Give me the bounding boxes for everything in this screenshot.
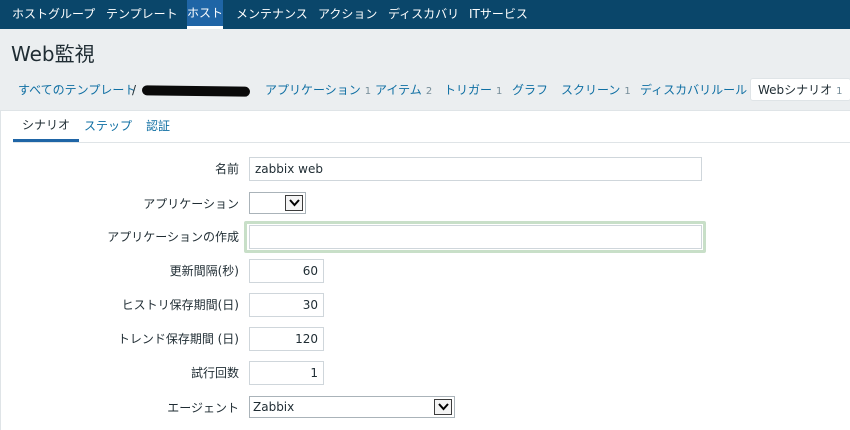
update-interval-label: 更新間隔(秒) — [169, 264, 239, 278]
history-input[interactable]: 30 — [249, 293, 324, 317]
row-new-application: アプリケーションの作成 — [1, 221, 850, 253]
tab-scenario[interactable]: シナリオ — [13, 111, 80, 142]
breadcrumb-screens[interactable]: スクリーン 1 — [561, 76, 631, 104]
tab-steps[interactable]: ステップ — [84, 111, 132, 142]
row-trends: トレンド保存期間 (日) 120 — [1, 326, 850, 352]
redacted-template-name — [141, 85, 251, 97]
new-application-input[interactable] — [249, 225, 702, 249]
row-history: ヒストリ保存期間(日) 30 — [1, 292, 850, 318]
agent-label: エージェント — [167, 401, 239, 415]
application-label: アプリケーション — [143, 197, 239, 211]
tab-authentication[interactable]: 認証 — [146, 111, 170, 142]
row-update-interval: 更新間隔(秒) 60 — [1, 258, 850, 284]
nav-discovery[interactable]: ディスカバリ — [388, 0, 459, 29]
application-select[interactable] — [249, 192, 306, 214]
breadcrumb-separator: / — [132, 83, 137, 97]
breadcrumb: すべてのテンプレート / アプリケーション 1 アイテム 2 トリガー 1 グラフ ス… — [0, 76, 850, 106]
page-title: Web監視 — [11, 42, 95, 66]
nav-templates[interactable]: テンプレート — [106, 0, 178, 29]
breadcrumb-applications[interactable]: アプリケーション 1 — [265, 76, 371, 104]
chevron-down-icon — [285, 195, 303, 211]
attempts-input[interactable]: 1 — [249, 361, 324, 385]
breadcrumb-all-templates[interactable]: すべてのテンプレート — [18, 76, 136, 104]
new-application-label: アプリケーションの作成 — [107, 230, 239, 244]
nav-actions[interactable]: アクション — [318, 0, 377, 29]
agent-select[interactable]: Zabbix — [249, 396, 455, 418]
breadcrumb-web-scenarios[interactable]: Webシナリオ 1 — [750, 78, 850, 101]
row-attempts: 試行回数 1 — [1, 360, 850, 386]
update-interval-input[interactable]: 60 — [249, 259, 324, 283]
name-input[interactable]: zabbix web — [249, 157, 702, 181]
nav-host-groups[interactable]: ホストグループ — [12, 0, 95, 29]
breadcrumb-graphs[interactable]: グラフ — [512, 76, 548, 104]
nav-hosts[interactable]: ホスト — [187, 0, 224, 29]
history-label: ヒストリ保存期間(日) — [121, 298, 239, 312]
row-name: 名前 zabbix web — [1, 156, 850, 182]
form-panel: シナリオ ステップ 認証 名前 zabbix web アプリケーション アプリケ… — [0, 110, 850, 430]
chevron-down-icon — [434, 399, 452, 415]
nav-maintenance[interactable]: メンテナンス — [236, 0, 308, 29]
breadcrumb-items[interactable]: アイテム 2 — [375, 76, 432, 104]
breadcrumb-discovery-rules[interactable]: ディスカバリルール — [640, 76, 747, 104]
nav-it-services[interactable]: ITサービス — [469, 0, 528, 29]
attempts-label: 試行回数 — [190, 366, 239, 380]
row-agent: エージェント Zabbix — [1, 395, 850, 421]
row-application: アプリケーション — [1, 191, 850, 217]
name-label: 名前 — [214, 162, 239, 176]
trends-input[interactable]: 120 — [249, 327, 324, 351]
top-navigation: ホストグループ テンプレート ホスト メンテナンス アクション ディスカバリ I… — [0, 0, 850, 29]
tab-divider — [13, 142, 850, 143]
trends-label: トレンド保存期間 (日) — [117, 332, 239, 346]
breadcrumb-triggers[interactable]: トリガー 1 — [444, 76, 502, 104]
